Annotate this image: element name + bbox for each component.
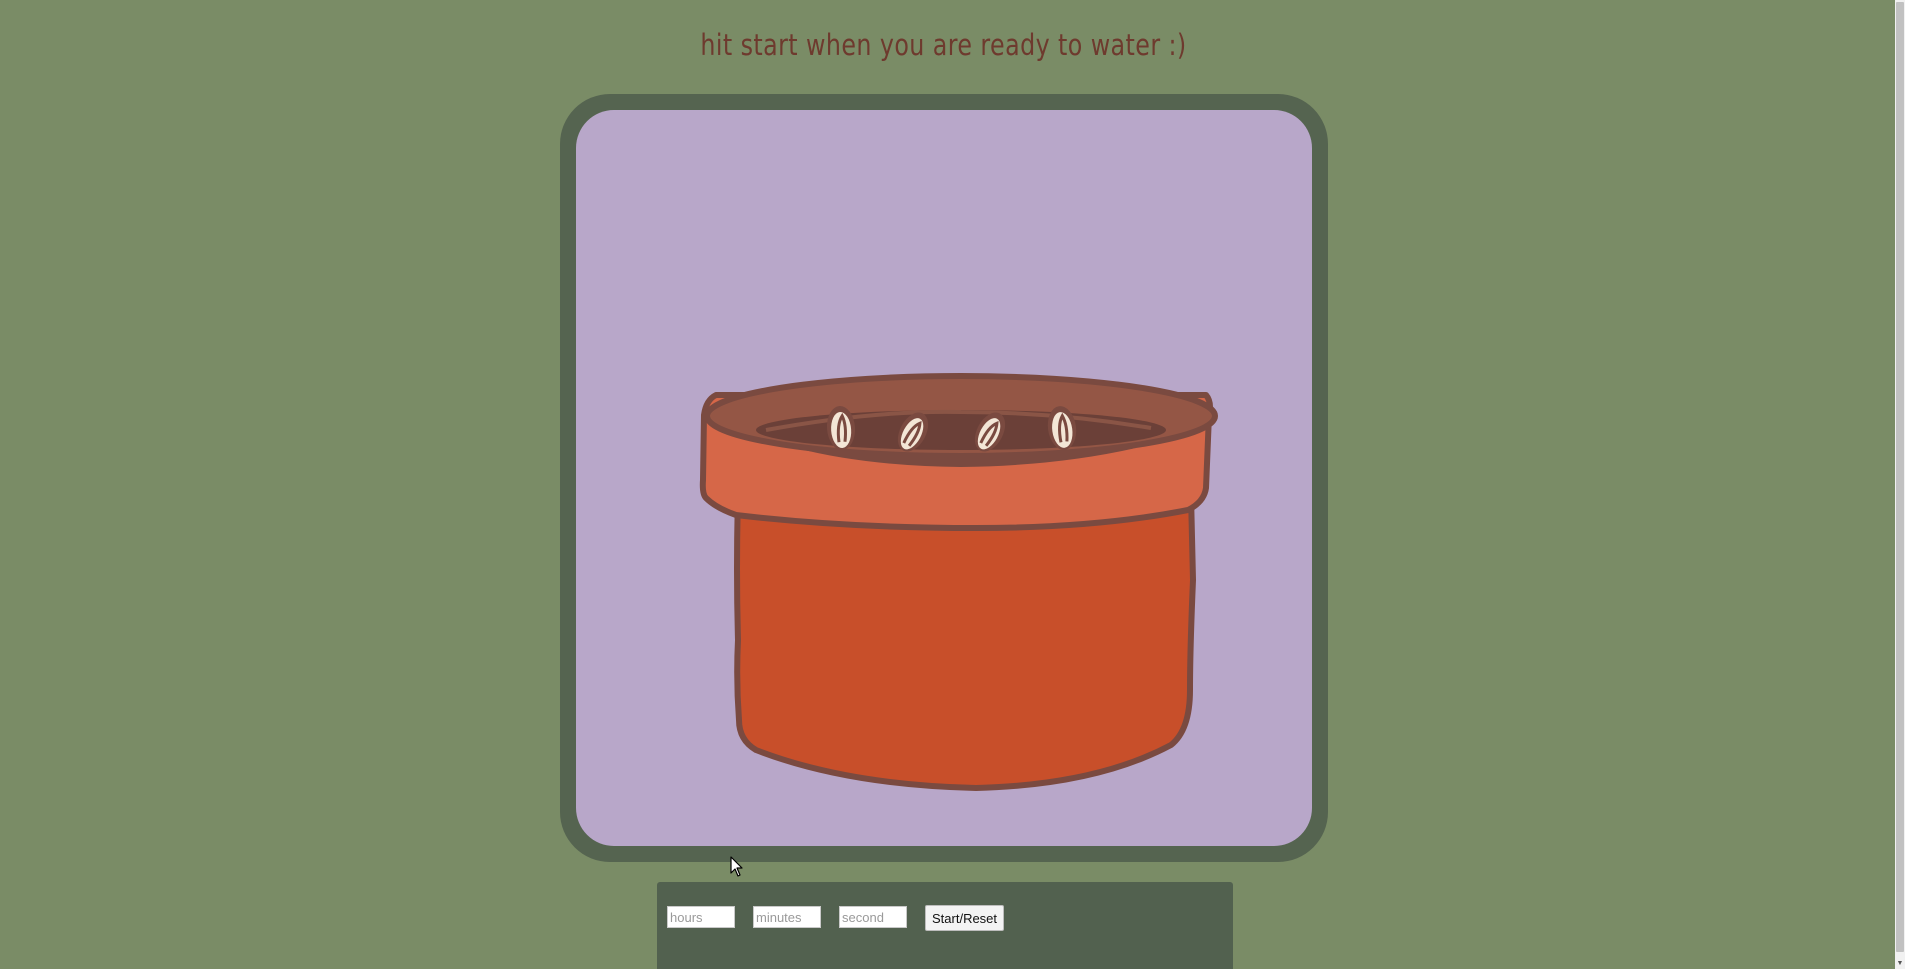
- scroll-down-arrow-icon[interactable]: ▼: [1896, 960, 1904, 968]
- plant-canvas: [576, 110, 1312, 846]
- page: hit start when you are ready to water :): [0, 0, 1905, 969]
- hours-input[interactable]: [667, 906, 735, 928]
- pot-body: [734, 492, 1196, 791]
- vertical-scrollbar[interactable]: ▼: [1895, 0, 1905, 969]
- timer-controls: Start/Reset: [657, 882, 1233, 969]
- flower-pot-illustration: [699, 373, 1218, 791]
- start-reset-button[interactable]: Start/Reset: [925, 905, 1005, 931]
- scrollbar-thumb[interactable]: [1896, 2, 1904, 952]
- soil: [756, 410, 1166, 450]
- page-title: hit start when you are ready to water :): [700, 28, 1187, 62]
- seconds-input[interactable]: [839, 906, 907, 928]
- minutes-input[interactable]: [753, 906, 821, 928]
- mouse-cursor-icon: [730, 856, 743, 877]
